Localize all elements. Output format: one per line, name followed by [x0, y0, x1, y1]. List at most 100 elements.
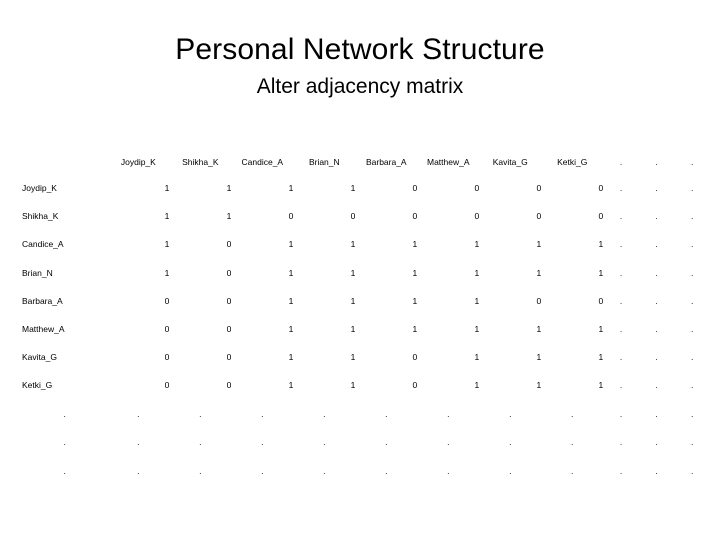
matrix-row-ellipsis: . [690, 295, 694, 306]
matrix-ellipsis-cell: . [447, 408, 450, 419]
table-row: Shikha_K 1 1 0 0 0 0 0 0... [22, 202, 710, 230]
matrix-ellipsis-cell: . [385, 465, 388, 476]
matrix-cell: 0 [536, 211, 542, 222]
matrix-header: Joydip_K Shikha_K Candice_A Brian_N Barbara_… [22, 152, 710, 174]
matrix-body: Joydip_K 1 1 1 1 0 0 0 0... Shikha_K 1 1 0 0 0 0 0 0... Ca… [22, 174, 710, 485]
matrix-cell: 1 [412, 239, 418, 250]
matrix-ellipsis-row: ............ [22, 457, 710, 486]
matrix-ellipsis-cell: . [261, 437, 264, 448]
matrix-cell: 1 [474, 380, 480, 391]
matrix-ellipsis-cell: . [571, 408, 574, 419]
matrix-row-ellipsis: . [690, 380, 694, 391]
matrix-ellipsis-cell: . [385, 408, 388, 419]
matrix-cell: 0 [164, 352, 170, 363]
slide-canvas: Personal Network Structure Alter adjacen… [0, 0, 720, 540]
matrix-cell: 1 [350, 324, 356, 335]
matrix-ellipsis-cell: . [690, 408, 694, 419]
matrix-ellipsis-cell: . [571, 437, 574, 448]
matrix-ellipsis-row: ............ [22, 400, 710, 429]
matrix-cell: 1 [536, 380, 542, 391]
matrix-ellipsis-cell: . [690, 465, 694, 476]
matrix-cell: 1 [226, 183, 232, 194]
matrix-ellipsis-cell: . [323, 408, 326, 419]
title-block: Personal Network Structure Alter adjacen… [0, 32, 720, 100]
matrix-cell: 1 [598, 324, 604, 335]
matrix-row-label: Barbara_A [22, 295, 63, 306]
matrix-cell: 0 [288, 211, 294, 222]
matrix-cell: 1 [474, 352, 480, 363]
matrix-cell: 1 [288, 183, 294, 194]
matrix-row-ellipsis: . [655, 295, 658, 306]
matrix-cell: 1 [350, 267, 356, 278]
matrix-row-ellipsis: . [655, 239, 658, 250]
matrix-cell: 1 [164, 267, 170, 278]
matrix-row-ellipsis: . [655, 380, 658, 391]
matrix-row-ellipsis: . [619, 295, 623, 306]
matrix-cell: 1 [350, 183, 356, 194]
table-row: Ketki_G 0 0 1 1 0 1 1 1... [22, 371, 710, 399]
matrix-cell: 1 [536, 239, 542, 250]
matrix-cell: 1 [536, 352, 542, 363]
matrix-row-ellipsis: . [619, 183, 623, 194]
matrix-column-header: Shikha_K [182, 157, 219, 167]
matrix-cell: 1 [350, 295, 356, 306]
matrix-cell: 1 [288, 267, 294, 278]
matrix-cell: 1 [350, 380, 356, 391]
matrix-row-ellipsis: . [690, 211, 694, 222]
table-row: Barbara_A 0 0 1 1 1 1 0 0... [22, 287, 710, 315]
matrix-cell: 0 [226, 267, 232, 278]
matrix-cell: 1 [288, 324, 294, 335]
matrix-ellipsis-row: ............ [22, 428, 710, 457]
matrix-row-ellipsis: . [655, 352, 658, 363]
page-subtitle: Alter adjacency matrix [256, 75, 464, 98]
matrix-header-ellipsis: . [619, 157, 623, 167]
matrix-cell: 0 [598, 295, 604, 306]
matrix-column-header: Matthew_A [427, 157, 470, 167]
matrix-row-ellipsis: . [619, 380, 623, 391]
matrix-ellipsis-cell: . [655, 437, 658, 448]
matrix-cell: 1 [350, 239, 356, 250]
matrix-column-header: Kavita_G [492, 157, 528, 167]
matrix-cell: 1 [536, 267, 542, 278]
matrix-row-label: Ketki_G [22, 380, 53, 391]
matrix-cell: 0 [474, 183, 480, 194]
matrix-cell: 1 [412, 267, 418, 278]
matrix-cell: 1 [474, 267, 480, 278]
matrix-ellipsis-cell: . [323, 465, 326, 476]
matrix-row-label: Shikha_K [22, 211, 59, 222]
matrix-row-ellipsis: . [690, 352, 694, 363]
matrix-cell: 0 [164, 380, 170, 391]
matrix-cell: 0 [598, 183, 604, 194]
matrix-row-ellipsis: . [619, 324, 623, 335]
matrix-ellipsis-cell: . [619, 437, 623, 448]
matrix-row-ellipsis: . [655, 267, 658, 278]
matrix-cell: 1 [598, 352, 604, 363]
matrix-cell: 0 [412, 183, 418, 194]
matrix-row-label: Matthew_A [22, 324, 65, 335]
matrix-ellipsis-cell: . [509, 408, 512, 419]
matrix-row-label: Candice_A [22, 239, 64, 250]
matrix-cell: 0 [226, 324, 232, 335]
matrix-row-ellipsis: . [619, 211, 623, 222]
matrix-ellipsis-cell: . [385, 437, 388, 448]
matrix-ellipsis-cell: . [571, 465, 574, 476]
adjacency-matrix-table: Joydip_K Shikha_K Candice_A Brian_N Barbara_… [22, 152, 710, 485]
table-row: Kavita_G 0 0 1 1 0 1 1 1... [22, 343, 710, 371]
matrix-cell: 1 [164, 239, 170, 250]
matrix-ellipsis-cell: . [199, 437, 202, 448]
matrix-cell: 0 [164, 295, 170, 306]
matrix-cell: 1 [350, 352, 356, 363]
matrix-ellipsis-cell: . [261, 408, 264, 419]
matrix-row-label: Brian_N [22, 267, 53, 278]
matrix-cell: 1 [164, 211, 170, 222]
matrix-cell: 0 [536, 183, 542, 194]
matrix-ellipsis-cell: . [199, 465, 202, 476]
matrix-column-header: Brian_N [308, 157, 340, 167]
matrix-row-ellipsis: . [690, 324, 694, 335]
matrix-cell: 0 [226, 380, 232, 391]
adjacency-matrix-container: Joydip_K Shikha_K Candice_A Brian_N Barbara_… [22, 152, 712, 485]
matrix-header-row: Joydip_K Shikha_K Candice_A Brian_N Barbara_… [22, 152, 710, 174]
matrix-cell: 1 [288, 239, 294, 250]
matrix-cell: 1 [288, 352, 294, 363]
matrix-ellipsis-cell: . [619, 465, 623, 476]
